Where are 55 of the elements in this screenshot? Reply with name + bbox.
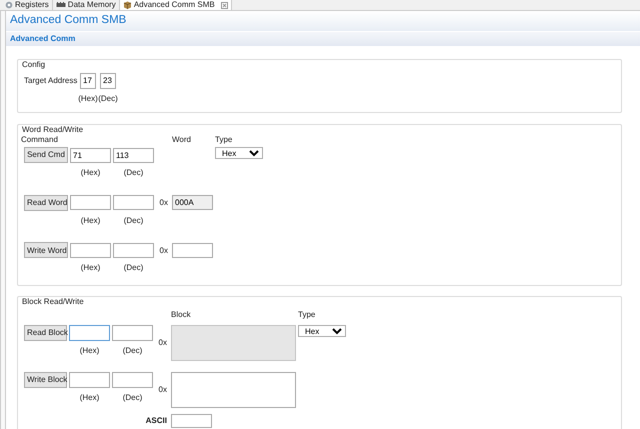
text-field[interactable] [69,372,110,388]
gear-icon [5,1,13,9]
section-title: Advanced Comm [6,32,640,46]
text-field[interactable] [69,325,110,342]
column-label: Type [215,134,234,144]
text-field[interactable] [113,242,154,258]
text-field[interactable] [172,242,213,258]
text-field[interactable]: 113 [113,148,154,163]
text-field[interactable] [112,325,153,342]
field-label: Target Address [24,76,76,86]
field-caption: (Hex) [80,216,102,226]
action-button[interactable]: Read Block [24,325,67,342]
block-text-area[interactable] [171,372,296,408]
type-dropdown[interactable]: Hex [298,325,346,338]
package-icon [122,1,132,9]
column-label: Command [21,134,59,144]
text-field[interactable] [113,195,154,210]
group-title: Block Read/Write [22,297,86,307]
field-caption: (Hex) [78,346,100,356]
field-caption: (Hex) [78,94,98,104]
column-label: Word [172,134,192,144]
field-caption: (Dec) [98,94,118,104]
action-button[interactable]: Write Word [24,242,68,258]
group-title: Config [22,60,48,70]
field-caption: (Dec) [122,346,144,356]
field-caption: (Dec) [122,168,144,178]
field-caption: (Hex) [80,263,102,273]
editor-title: Advanced Comm SMB [6,11,640,31]
text-field[interactable] [70,195,111,210]
column-label: Type [298,310,316,320]
chip-icon [56,2,66,8]
text-field[interactable] [112,372,153,388]
text-field[interactable]: 71 [70,148,111,163]
column-label: Block [171,310,192,320]
editor-tab[interactable]: Advanced Comm SMB [120,0,232,10]
action-button[interactable]: Send Cmd [24,147,68,164]
text-field[interactable]: 23 [100,72,116,89]
action-button[interactable]: Read Word [24,194,68,211]
type-dropdown[interactable]: Hex [215,147,263,160]
text-field[interactable] [70,242,111,258]
group-title: Word Read/Write [22,125,86,135]
hex-prefix: 0x [158,246,169,256]
field-label: ASCII [144,416,168,426]
field-caption: (Dec) [122,216,144,226]
hex-prefix: 0x [158,385,168,395]
field-caption: (Dec) [122,263,144,273]
close-icon[interactable] [220,2,228,8]
field-caption: (Hex) [80,168,102,178]
hex-prefix: 0x [158,338,168,348]
field-caption: (Hex) [78,393,100,403]
field-caption: (Dec) [122,393,144,403]
text-field[interactable] [171,414,212,428]
text-field[interactable]: 17 [80,72,96,89]
hex-prefix: 0x [158,198,169,208]
action-button[interactable]: Write Block [24,372,67,388]
